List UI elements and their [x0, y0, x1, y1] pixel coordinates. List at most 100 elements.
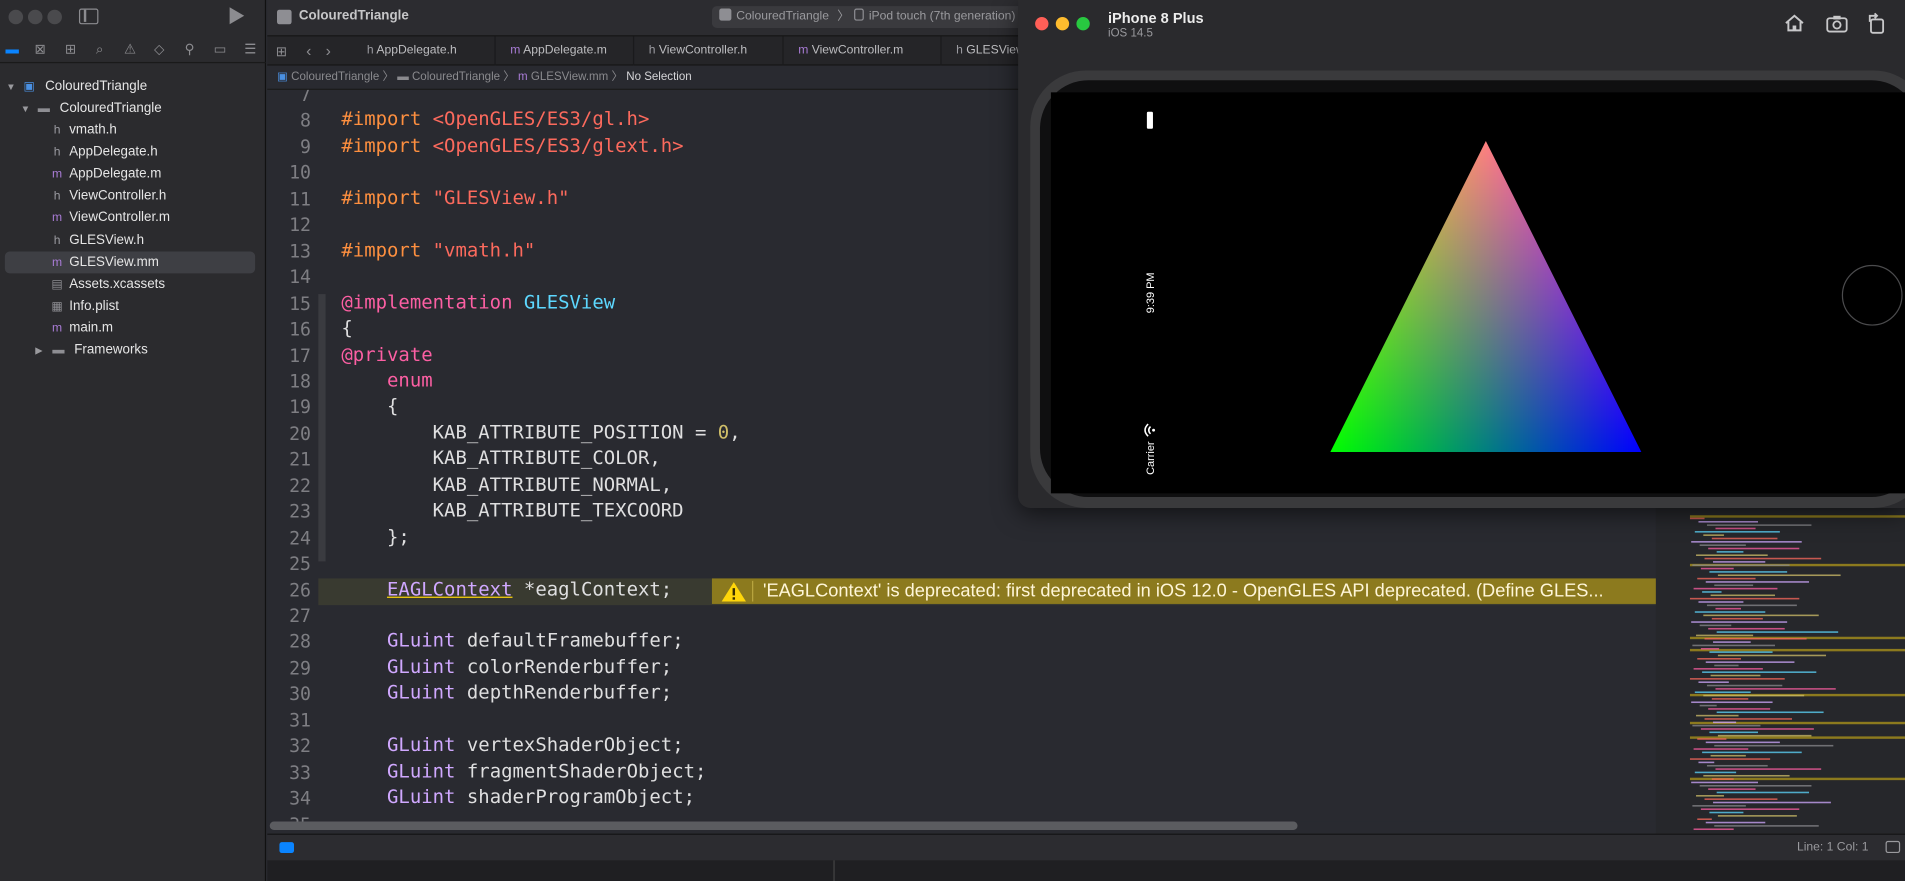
home-button[interactable]: [1841, 264, 1903, 326]
file-item[interactable]: ▤ Assets.xcassets: [0, 273, 266, 295]
line-number: 25: [289, 553, 312, 575]
issue-icon[interactable]: ⚠: [121, 41, 138, 58]
debug-icon[interactable]: ⚲: [181, 41, 198, 58]
editor-tab[interactable]: h ViewController.h: [634, 36, 784, 66]
home-icon[interactable]: [1784, 13, 1806, 32]
line-number: 7: [300, 89, 312, 106]
line-number: 30: [289, 683, 312, 706]
code-line[interactable]: #import "GLESView.h": [341, 187, 569, 209]
folder-icon[interactable]: ▬: [4, 41, 21, 58]
file-label: Assets.xcassets: [69, 276, 166, 292]
screenshot-icon[interactable]: [1826, 15, 1848, 33]
grid-icon[interactable]: ⊞: [276, 44, 287, 60]
source-file-icon: m: [52, 211, 63, 226]
sim-minimize-button[interactable]: [1055, 17, 1070, 31]
code-line[interactable]: #import <OpenGLES/ES3/glext.h>: [341, 135, 683, 157]
breadcrumb-selection[interactable]: No Selection: [626, 70, 691, 83]
rotate-icon[interactable]: [1866, 12, 1888, 34]
horizontal-scrollbar[interactable]: [269, 821, 1298, 830]
file-label: vmath.h: [69, 122, 117, 138]
breadcrumb-group[interactable]: ColouredTriangle: [412, 70, 500, 83]
code-line[interactable]: GLuint vertexShaderObject;: [341, 734, 684, 756]
code-line[interactable]: EAGLContext *eaglContext;: [341, 578, 672, 600]
file-item[interactable]: m main.m: [0, 317, 266, 339]
file-item[interactable]: ▦ Info.plist: [0, 295, 266, 317]
code-line[interactable]: };: [341, 526, 410, 548]
header-file-icon: h: [53, 145, 61, 160]
search-icon[interactable]: ⌕: [91, 41, 108, 58]
sim-zoom-button[interactable]: [1076, 17, 1090, 31]
file-item[interactable]: m ViewController.m: [0, 207, 266, 229]
asset-catalog-icon: ▤: [51, 277, 63, 292]
code-line[interactable]: {: [341, 395, 398, 417]
file-item[interactable]: h AppDelegate.h: [0, 141, 266, 163]
scheme-selector[interactable]: ColouredTriangle 〉 iPod touch (7th genera…: [711, 6, 1028, 28]
code-line[interactable]: GLuint fragmentShaderObject;: [341, 760, 706, 782]
frameworks-folder[interactable]: ▶ ▬ Frameworks: [0, 339, 266, 361]
tab-label: AppDelegate.m: [523, 43, 607, 58]
window-zoom-button[interactable]: [47, 9, 62, 25]
line-number: 22: [289, 474, 312, 497]
code-line[interactable]: GLuint defaultFramebuffer;: [341, 630, 684, 652]
code-line[interactable]: {: [341, 317, 352, 339]
file-label: ViewController.h: [69, 188, 167, 204]
editor-tab[interactable]: h AppDelegate.h: [352, 36, 496, 66]
window-title: ColouredTriangle: [298, 8, 409, 24]
breakpoint-icon[interactable]: ▭: [211, 41, 228, 58]
forward-icon[interactable]: ›: [326, 41, 331, 59]
back-icon[interactable]: ‹: [306, 41, 311, 59]
line-number: 28: [289, 631, 312, 654]
code-line[interactable]: enum: [341, 369, 433, 391]
file-item[interactable]: h vmath.h: [0, 119, 266, 141]
file-item[interactable]: h ViewController.h: [0, 185, 266, 207]
device-frame: 9:39 PM Carrier: [1030, 70, 1905, 508]
file-item[interactable]: h GLESView.h: [0, 229, 266, 251]
code-line[interactable]: GLuint depthRenderbuffer;: [341, 682, 672, 704]
navigator-selector-bar: ▬ ⊠ ⊞ ⌕ ⚠ ◇ ⚲ ▭ ☰: [0, 36, 267, 64]
file-item[interactable]: m AppDelegate.m: [0, 163, 266, 185]
window-minimize-button[interactable]: [27, 9, 43, 25]
code-line[interactable]: KAB_ATTRIBUTE_POSITION = 0,: [341, 421, 741, 443]
report-icon[interactable]: ☰: [242, 41, 259, 58]
line-number: 11: [289, 188, 312, 210]
line-number: 15: [289, 292, 312, 315]
source-control-icon[interactable]: ⊠: [32, 41, 49, 58]
window-close-button[interactable]: [8, 9, 24, 25]
run-icon[interactable]: [229, 7, 245, 25]
code-line[interactable]: GLuint shaderProgramObject;: [341, 786, 695, 808]
header-file-icon: h: [53, 189, 61, 204]
code-line[interactable]: KAB_ATTRIBUTE_COLOR,: [341, 448, 661, 470]
project-icon: ▣: [277, 70, 288, 84]
breadcrumb-file[interactable]: GLESView.mm: [531, 70, 608, 83]
project-root[interactable]: ▼ ▣ ColouredTriangle: [0, 75, 266, 97]
group-folder[interactable]: ▼ ▬ ColouredTriangle: [0, 97, 266, 119]
folder-icon: ▬: [37, 102, 50, 116]
code-line[interactable]: @private: [341, 343, 432, 365]
line-number: 9: [300, 135, 312, 158]
code-line[interactable]: GLuint colorRenderbuffer;: [341, 656, 672, 678]
code-fold-ribbon[interactable]: [318, 294, 326, 562]
code-line[interactable]: @implementation GLESView: [341, 291, 615, 313]
line-number: 33: [289, 761, 312, 784]
file-type-icon: m: [510, 43, 524, 58]
code-line[interactable]: #import "vmath.h": [341, 239, 535, 261]
code-line[interactable]: KAB_ATTRIBUTE_NORMAL,: [341, 474, 673, 496]
editor-tab[interactable]: m ViewController.m: [784, 36, 942, 66]
group-name: ColouredTriangle: [59, 100, 162, 116]
scheme-name: ColouredTriangle: [736, 9, 829, 24]
device-screen[interactable]: 9:39 PM Carrier: [1050, 92, 1905, 494]
symbol-icon[interactable]: ⊞: [62, 41, 79, 58]
file-item[interactable]: m GLESView.mm: [4, 251, 256, 273]
editor-tab[interactable]: m AppDelegate.m: [496, 36, 635, 66]
sidebar-toggle-icon[interactable]: [78, 8, 99, 25]
line-number: 12: [289, 214, 312, 237]
debug-area-toggle-icon[interactable]: [279, 842, 295, 854]
panel-toggle-icon[interactable]: [1885, 840, 1901, 854]
sim-close-button[interactable]: [1035, 17, 1049, 31]
test-icon[interactable]: ◇: [151, 41, 168, 58]
code-line[interactable]: KAB_ATTRIBUTE_TEXCOORD: [341, 500, 684, 522]
code-line[interactable]: #import <OpenGLES/ES3/gl.h>: [341, 109, 649, 131]
line-number: 21: [289, 448, 312, 471]
breadcrumb-project[interactable]: ColouredTriangle: [291, 70, 379, 83]
line-number: 19: [289, 396, 312, 419]
